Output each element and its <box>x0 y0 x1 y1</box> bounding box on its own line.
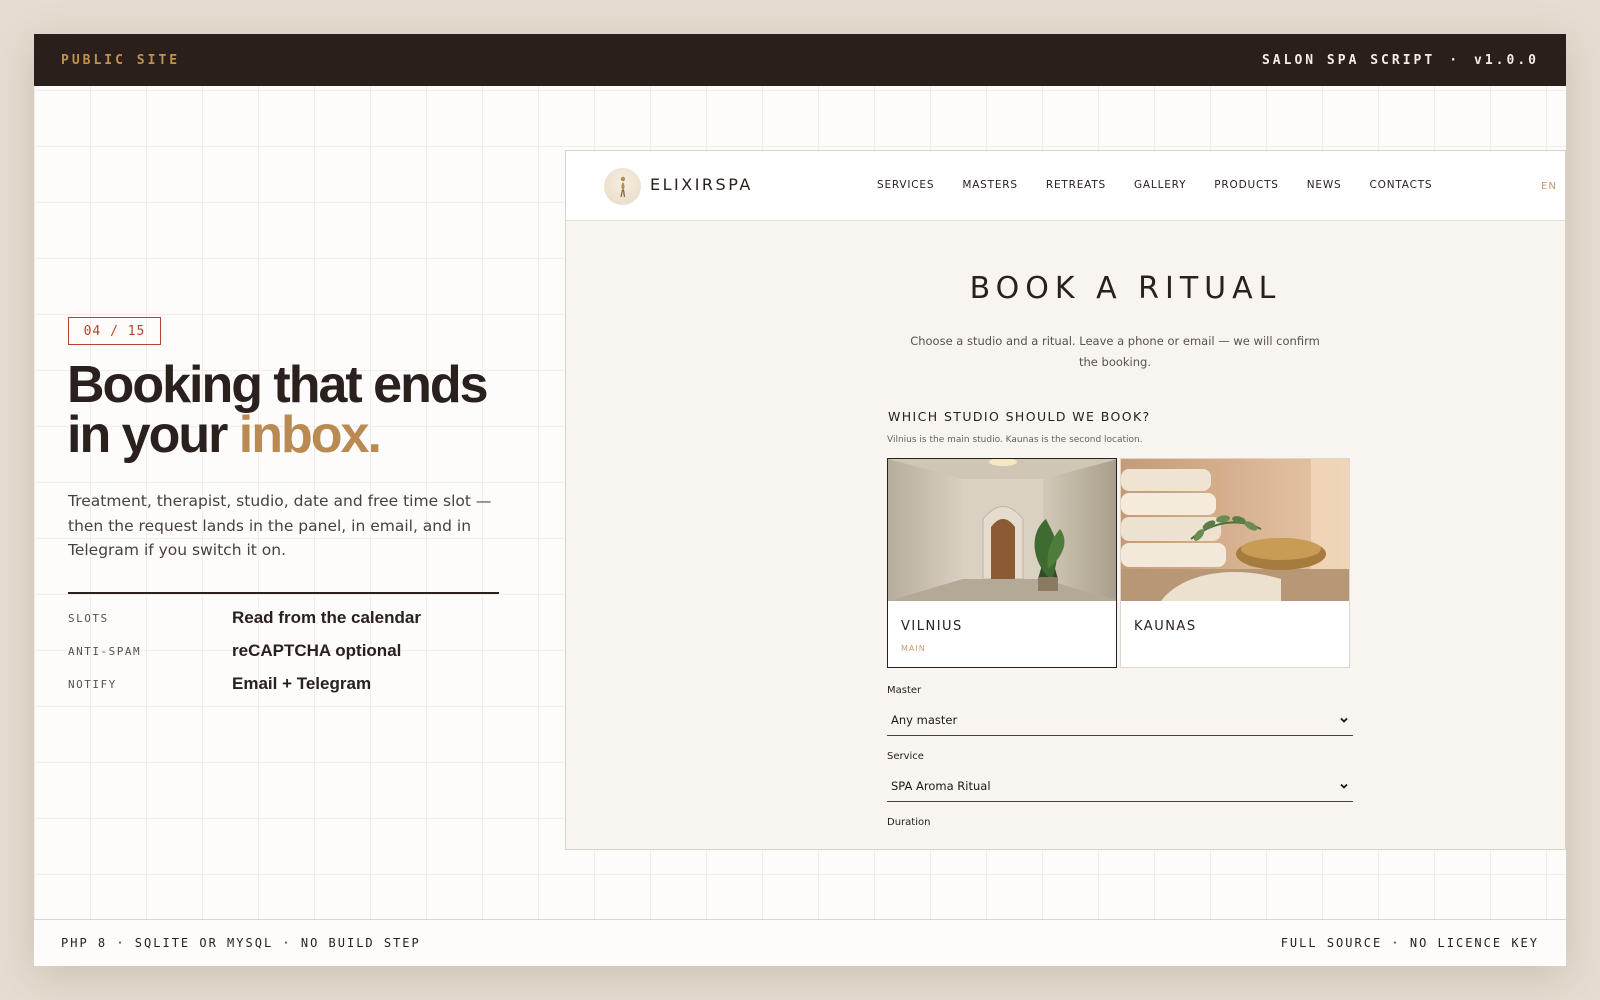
headline-line-1: Booking that ends <box>67 356 489 414</box>
spec-value: Email + Telegram <box>232 674 372 693</box>
studio-tag-main: MAIN <box>901 644 926 653</box>
site-header: ELIXIRSPA SERVICES MASTERS RETREATS GALL… <box>566 151 1565 221</box>
tech-stack: PHP 8 · SQLITE OR MYSQL · NO BUILD STEP <box>61 936 421 950</box>
nav-services[interactable]: SERVICES <box>877 179 934 191</box>
studio-name: KAUNAS <box>1134 619 1197 634</box>
headline: Booking that ends in your inbox. <box>67 356 567 461</box>
licence-note: FULL SOURCE · NO LICENCE KEY <box>1280 936 1539 950</box>
nav-contacts[interactable]: CONTACTS <box>1370 179 1433 191</box>
lotus-figure-icon[interactable] <box>604 168 641 205</box>
studio-question: WHICH STUDIO SHOULD WE BOOK? <box>888 409 1151 424</box>
master-label: Master <box>887 685 922 696</box>
slide-counter: 04 / 15 <box>68 317 161 345</box>
slide-frame: PUBLIC SITE SALON SPA SCRIPT · v1.0.0 04 /… <box>34 34 1566 966</box>
version-label: v1.0.0 <box>1474 52 1539 68</box>
booking-title: BOOK A RITUAL <box>969 271 1282 306</box>
spec-row: ANTI-SPAM reCAPTCHA optional <box>68 641 528 661</box>
spec-key: NOTIFY <box>68 677 117 691</box>
duration-label: Duration <box>887 817 931 828</box>
site-preview: ELIXIRSPA SERVICES MASTERS RETREATS GALL… <box>565 150 1566 850</box>
spec-value: reCAPTCHA optional <box>232 641 402 660</box>
master-select-value: Any master <box>891 712 958 727</box>
nav-news[interactable]: NEWS <box>1307 179 1342 191</box>
studio-card-kaunas[interactable]: KAUNAS <box>1120 458 1350 668</box>
booking-subtitle: Choose a studio and a ritual. Leave a ph… <box>910 334 1320 369</box>
public-site-label: PUBLIC SITE <box>61 52 181 68</box>
vilnius-photo <box>888 459 1116 601</box>
site-nav: SERVICES MASTERS RETREATS GALLERY PRODUC… <box>877 179 1460 191</box>
chevron-down-icon <box>1340 717 1348 723</box>
studio-card-vilnius[interactable]: VILNIUS MAIN <box>887 458 1117 668</box>
service-select[interactable]: SPA Aroma Ritual <box>887 770 1353 802</box>
separator-dot: · <box>1449 52 1461 68</box>
headline-accent: inbox. <box>238 406 382 464</box>
kaunas-photo <box>1121 459 1349 601</box>
bottom-bar: PHP 8 · SQLITE OR MYSQL · NO BUILD STEP … <box>34 919 1566 966</box>
spec-row: SLOTS Read from the calendar <box>68 608 528 628</box>
top-bar: PUBLIC SITE SALON SPA SCRIPT · v1.0.0 <box>34 34 1566 86</box>
studio-name: VILNIUS <box>901 619 963 634</box>
lede-paragraph: Treatment, therapist, studio, date and f… <box>68 492 492 559</box>
product-version: SALON SPA SCRIPT · v1.0.0 <box>1262 53 1539 68</box>
service-select-value: SPA Aroma Ritual <box>891 778 991 793</box>
site-logo-text[interactable]: ELIXIRSPA <box>650 175 753 194</box>
headline-line-2: in your inbox. <box>67 409 567 461</box>
nav-retreats[interactable]: RETREATS <box>1046 179 1106 191</box>
headline-plain: in your <box>67 406 228 464</box>
product-name: SALON SPA SCRIPT <box>1261 52 1436 68</box>
studio-hint: Vilnius is the main studio. Kaunas is th… <box>887 435 1143 445</box>
divider <box>68 592 499 594</box>
service-label: Service <box>887 751 924 762</box>
language-switch[interactable]: EN <box>1541 181 1557 192</box>
spec-value: Read from the calendar <box>232 608 421 627</box>
nav-gallery[interactable]: GALLERY <box>1134 179 1186 191</box>
spec-row: NOTIFY Email + Telegram <box>68 674 528 694</box>
master-select[interactable]: Any master <box>887 704 1353 736</box>
nav-products[interactable]: PRODUCTS <box>1214 179 1278 191</box>
spec-key: ANTI-SPAM <box>68 644 142 658</box>
nav-masters[interactable]: MASTERS <box>962 179 1018 191</box>
spec-key: SLOTS <box>68 611 109 625</box>
chevron-down-icon <box>1340 783 1348 789</box>
